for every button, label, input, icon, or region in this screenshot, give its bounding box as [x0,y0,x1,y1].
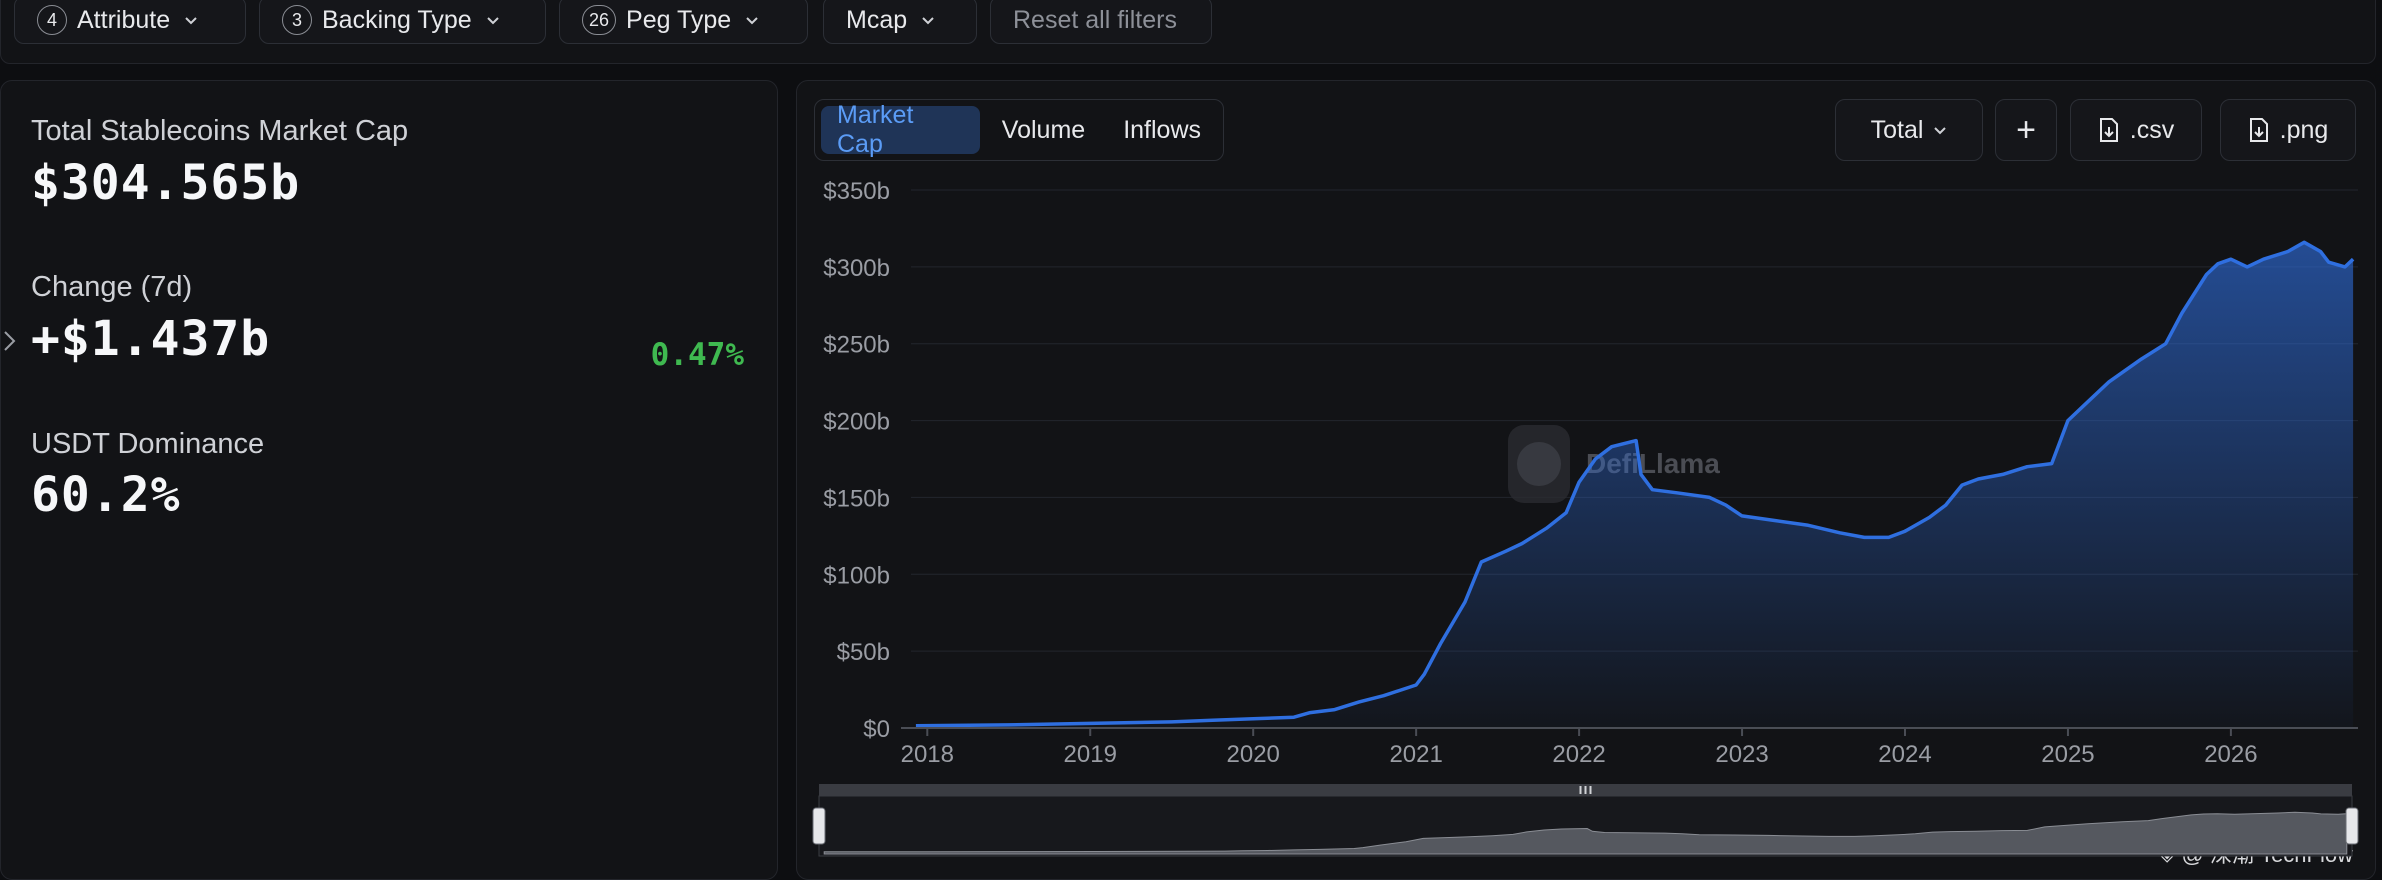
y-tick-label: $250b [823,332,890,359]
time-range-brush[interactable] [812,784,2359,857]
market-cap-area [915,242,2354,729]
y-tick-label: $350b [823,178,890,205]
filter-label: Attribute [77,5,171,34]
filter-attribute-button[interactable]: 4 Attribute [14,0,246,44]
usdt-dominance-value: 60.2% [31,467,181,523]
y-tick-label: $50b [837,639,890,666]
filter-label: Mcap [846,5,908,34]
x-tick-label: 2019 [1064,741,1117,768]
x-tick-label: 2026 [2204,741,2257,768]
filter-peg-type-button[interactable]: 26 Peg Type [559,0,808,44]
filter-backing-type-button[interactable]: 3 Backing Type [259,0,546,44]
total-mcap-value: $304.565b [31,155,301,211]
usdt-dominance-label: USDT Dominance [31,428,265,460]
x-tick-label: 2021 [1389,741,1442,768]
filter-mcap-button[interactable]: Mcap [823,0,977,44]
filter-label: Backing Type [322,5,472,34]
chevron-down-icon [922,17,934,25]
filter-label: Peg Type [626,5,732,34]
filter-count-badge: 4 [37,5,67,35]
chevron-down-icon [486,17,499,25]
y-tick-label: $150b [823,485,890,512]
filter-count-badge: 26 [582,5,617,35]
chevron-down-icon [185,17,197,25]
x-tick-label: 2023 [1715,741,1768,768]
brush-right-handle [2345,807,2359,845]
chevron-down-icon [746,17,758,25]
market-cap-chart: DefiLlama $0$50b$100b$150b$200b$250b$300… [812,178,2359,857]
filter-count-badge: 3 [282,5,312,35]
total-mcap-label: Total Stablecoins Market Cap [31,115,409,147]
y-tick-label: $300b [823,255,890,282]
brush-left-handle [812,807,826,845]
reset-filters-label: Reset all filters [1013,5,1177,34]
x-tick-label: 2020 [1227,741,1280,768]
chevron-right-icon[interactable] [1,326,19,356]
y-tick-label: $200b [823,409,890,436]
change-7d-label: Change (7d) [31,271,193,303]
x-tick-label: 2024 [1878,741,1931,768]
change-7d-value: +$1.437b [31,311,271,367]
reset-filters-button[interactable]: Reset all filters [990,0,1212,44]
y-tick-label: $0 [863,716,890,743]
x-tick-label: 2018 [901,741,954,768]
llama-logo-face [1517,442,1561,486]
x-tick-label: 2022 [1552,741,1605,768]
y-tick-label: $100b [823,562,890,589]
change-7d-percent: 0.47% [650,337,744,373]
stats-panel: Total Stablecoins Market Cap $304.565b C… [0,80,778,880]
x-tick-label: 2025 [2041,741,2094,768]
